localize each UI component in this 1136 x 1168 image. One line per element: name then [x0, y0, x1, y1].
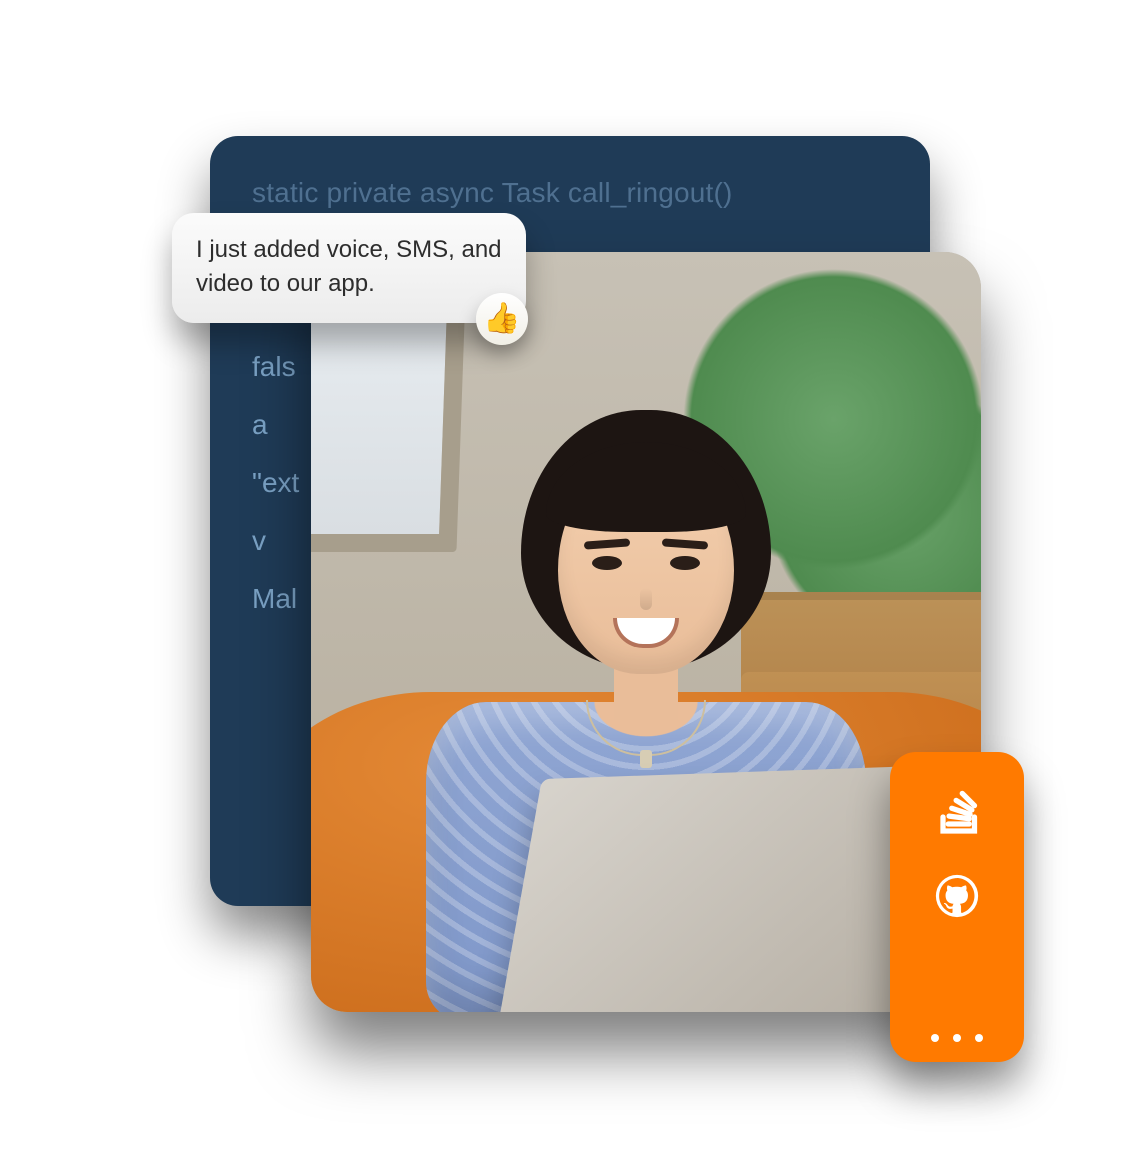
composition-stage: static private async Task call_ringout()… — [0, 0, 1136, 1168]
thumbs-up-icon: 👍 — [483, 302, 520, 336]
github-icon[interactable] — [925, 864, 989, 928]
chat-message-text: I just added voice, SMS, and video to ou… — [196, 236, 502, 297]
reaction-badge[interactable]: 👍 — [476, 293, 528, 345]
photo-laptop — [497, 765, 944, 1012]
more-icon[interactable] — [931, 1034, 983, 1042]
integrations-panel — [890, 752, 1024, 1062]
stackoverflow-icon[interactable] — [925, 778, 989, 842]
hero-photo — [311, 252, 981, 1012]
chat-bubble: I just added voice, SMS, and video to ou… — [172, 213, 526, 323]
